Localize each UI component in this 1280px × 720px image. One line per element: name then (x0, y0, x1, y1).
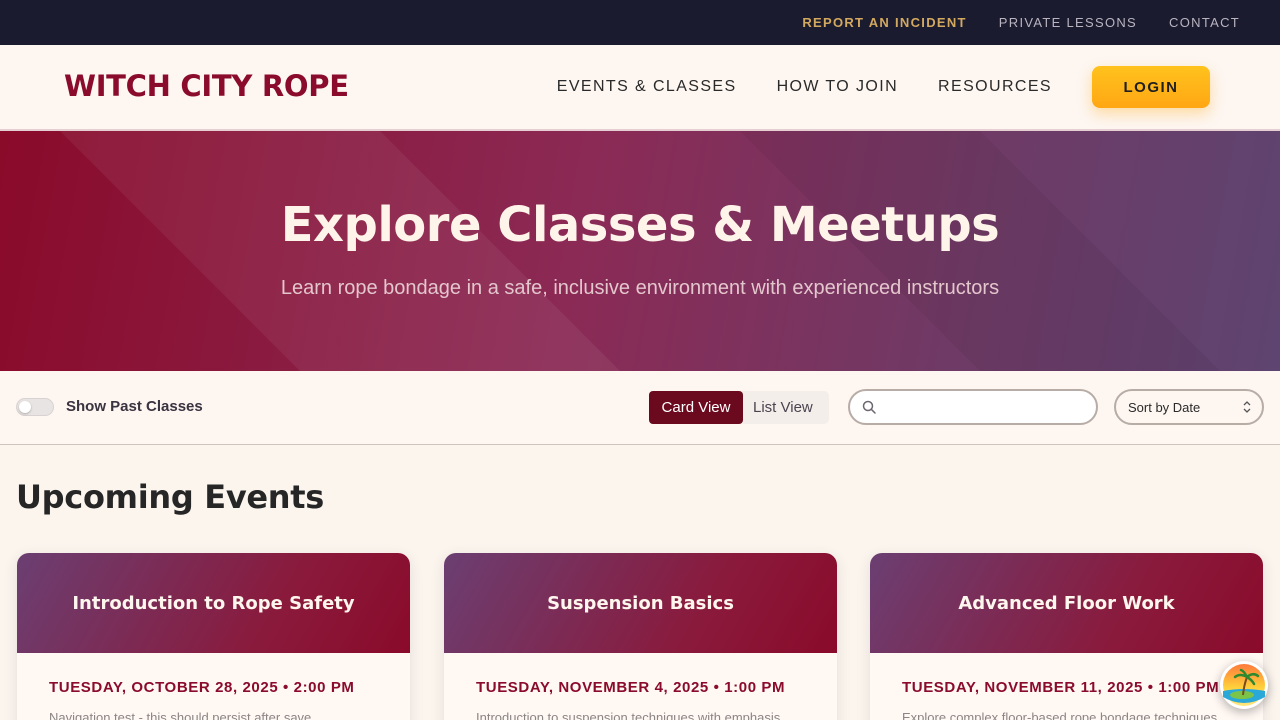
event-title: Advanced Floor Work (958, 592, 1175, 614)
event-description: Explore complex floor-based rope bondage… (902, 710, 1218, 720)
search-box[interactable] (848, 389, 1098, 425)
event-card[interactable]: Suspension Basics TUESDAY, NOVEMBER 4, 2… (444, 553, 837, 720)
card-view-button[interactable]: Card View (649, 391, 743, 424)
main-nav: EVENTS & CLASSES HOW TO JOIN RESOURCES (557, 45, 1052, 129)
search-icon (862, 400, 876, 414)
nav-events-classes[interactable]: EVENTS & CLASSES (557, 78, 737, 96)
section-title: Upcoming Events (16, 478, 325, 516)
floating-avatar-button[interactable] (1220, 661, 1268, 709)
contact-link[interactable]: CONTACT (1169, 15, 1240, 30)
event-date: TUESDAY, NOVEMBER 4, 2025 • 1:00 PM (476, 679, 786, 696)
event-title: Suspension Basics (547, 592, 734, 614)
filter-bar: Show Past Classes Card View List View So… (0, 371, 1280, 445)
event-description: Navigation test - this should persist af… (49, 710, 312, 720)
event-card[interactable]: Introduction to Rope Safety TUESDAY, OCT… (17, 553, 410, 720)
event-date: TUESDAY, NOVEMBER 11, 2025 • 1:00 PM (902, 679, 1220, 696)
hero-title: Explore Classes & Meetups (280, 197, 1000, 253)
hero-subtitle: Learn rope bondage in a safe, inclusive … (280, 277, 1000, 299)
hero-banner: Explore Classes & Meetups Learn rope bon… (0, 131, 1280, 371)
event-card-header: Introduction to Rope Safety (17, 553, 410, 653)
list-view-button[interactable]: List View (743, 391, 823, 424)
report-incident-link[interactable]: REPORT AN INCIDENT (802, 15, 966, 30)
sort-chevrons-icon (1243, 401, 1251, 413)
event-card-header: Advanced Floor Work (870, 553, 1263, 653)
show-past-label: Show Past Classes (66, 398, 203, 415)
show-past-toggle[interactable] (16, 398, 54, 416)
nav-resources[interactable]: RESOURCES (938, 78, 1052, 96)
private-lessons-link[interactable]: PRIVATE LESSONS (999, 15, 1137, 30)
event-card-header: Suspension Basics (444, 553, 837, 653)
search-input[interactable] (884, 397, 1084, 417)
sort-select[interactable]: Sort by Date (1114, 389, 1264, 425)
login-button[interactable]: LOGIN (1092, 66, 1210, 108)
sort-selected-value: Sort by Date (1128, 399, 1201, 415)
site-logo[interactable]: WITCH CITY ROPE (64, 69, 349, 103)
event-card[interactable]: Advanced Floor Work TUESDAY, NOVEMBER 11… (870, 553, 1263, 720)
main-header: WITCH CITY ROPE EVENTS & CLASSES HOW TO … (0, 45, 1280, 131)
view-switch: Card View List View (649, 391, 829, 424)
utility-bar: REPORT AN INCIDENT PRIVATE LESSONS CONTA… (0, 0, 1280, 45)
event-date: TUESDAY, OCTOBER 28, 2025 • 2:00 PM (49, 679, 355, 696)
event-description: Introduction to suspension techniques wi… (476, 710, 781, 720)
beach-avatar-icon (1223, 664, 1265, 706)
toggle-knob (19, 401, 31, 413)
nav-how-to-join[interactable]: HOW TO JOIN (777, 78, 898, 96)
event-title: Introduction to Rope Safety (72, 592, 355, 614)
